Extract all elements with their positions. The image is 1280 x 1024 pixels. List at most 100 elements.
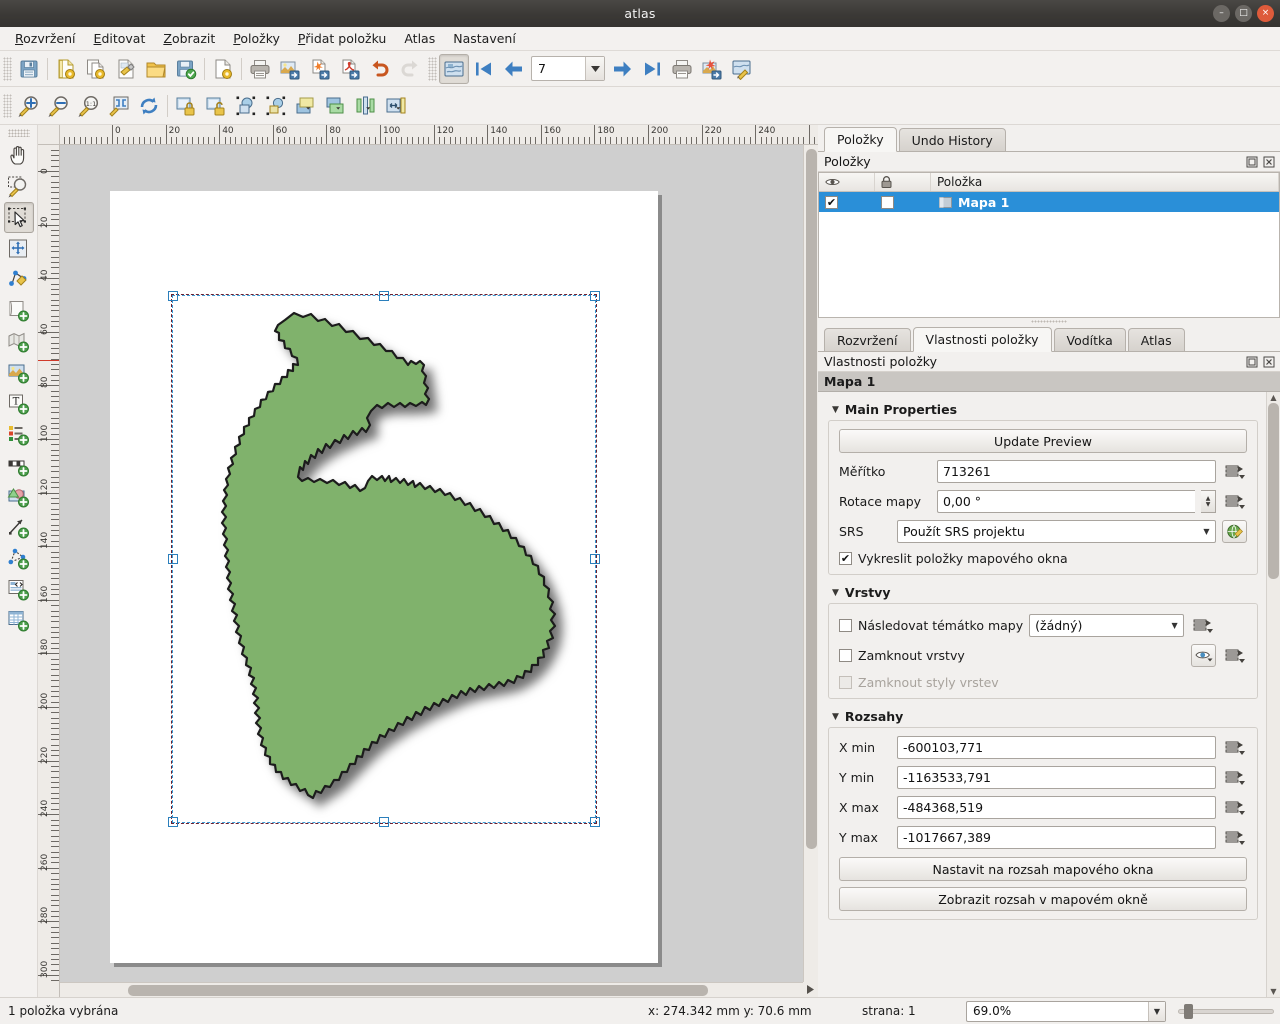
atlas-last-button[interactable]: [637, 54, 667, 84]
chevron-down-icon[interactable]: ▼: [1148, 1001, 1165, 1021]
redo-button[interactable]: [395, 54, 425, 84]
zoom-slider[interactable]: [1178, 1003, 1274, 1019]
menu-polozky[interactable]: Položky: [224, 28, 289, 49]
properties-scroll-thumb[interactable]: [1268, 403, 1279, 579]
follow-theme-combo[interactable]: (žádný) ▼: [1029, 614, 1185, 637]
scale-data-defined-button[interactable]: [1222, 460, 1247, 483]
add-picture-button[interactable]: [4, 357, 34, 388]
save-project-button[interactable]: [14, 54, 44, 84]
lock-checkbox[interactable]: [881, 195, 894, 209]
row-visibility-cell[interactable]: ✔: [819, 195, 875, 209]
draw-map-items-checkbox[interactable]: ✔: [839, 552, 852, 565]
atlas-preview-button[interactable]: [439, 53, 469, 84]
chevron-down-icon[interactable]: [585, 57, 604, 80]
zoom-to-width-button[interactable]: [104, 91, 134, 121]
view-toolbar-grip[interactable]: [3, 93, 12, 118]
lock-layers-checkbox[interactable]: [839, 649, 852, 662]
group-items-button[interactable]: [231, 91, 261, 121]
visibility-checkbox[interactable]: ✔: [825, 195, 838, 209]
menu-editovat[interactable]: Editovat: [85, 28, 155, 49]
lock-layers-visibility-button[interactable]: [1191, 644, 1216, 667]
menu-zobrazit[interactable]: Zobrazit: [154, 28, 224, 49]
collapse-caret-icon[interactable]: ▼: [832, 405, 839, 415]
lock-items-button[interactable]: [171, 91, 201, 121]
set-to-map-canvas-extent-button[interactable]: Nastavit na rozsah mapového okna: [839, 857, 1247, 881]
properties-panel-close-button[interactable]: [1262, 355, 1276, 369]
collapse-caret-icon[interactable]: ▼: [832, 712, 839, 722]
tab-atlas[interactable]: Atlas: [1127, 328, 1185, 351]
menu-pridat-polozku[interactable]: Přidat položku: [289, 28, 395, 49]
follow-theme-checkbox[interactable]: [839, 619, 852, 632]
group-main-properties-title[interactable]: ▼ Main Properties: [832, 402, 1258, 417]
atlas-prev-button[interactable]: [499, 54, 529, 84]
lock-layers-data-defined-button[interactable]: [1222, 644, 1247, 667]
tab-vlastnosti-polozky[interactable]: Vlastnosti položky: [912, 327, 1052, 352]
add-arrow-button[interactable]: [4, 512, 34, 543]
canvas-hscroll-thumb[interactable]: [128, 985, 708, 996]
group-layers-title[interactable]: ▼ Vrstvy: [832, 585, 1258, 600]
xmin-data-defined-button[interactable]: [1222, 736, 1247, 759]
resize-handle-middle-left[interactable]: [168, 554, 178, 564]
ymax-input[interactable]: -1017667,389: [897, 826, 1216, 849]
follow-theme-data-defined-button[interactable]: [1190, 614, 1215, 637]
atlas-next-button[interactable]: [607, 54, 637, 84]
zoom-in-button[interactable]: [14, 91, 44, 121]
srs-select-button[interactable]: [1222, 520, 1247, 543]
canvas-viewport[interactable]: [60, 145, 803, 982]
save-template-button[interactable]: [171, 54, 201, 84]
ymax-data-defined-button[interactable]: [1222, 826, 1247, 849]
rotation-data-defined-button[interactable]: [1222, 490, 1247, 513]
export-svg-button[interactable]: [305, 54, 335, 84]
add-map-button[interactable]: [4, 326, 34, 357]
close-button[interactable]: ×: [1257, 5, 1274, 22]
properties-panel-float-button[interactable]: [1245, 355, 1259, 369]
zoom-slider-knob[interactable]: [1184, 1003, 1193, 1019]
add-shape-button[interactable]: [4, 481, 34, 512]
align-left-button[interactable]: [351, 91, 381, 121]
items-panel-close-button[interactable]: [1262, 155, 1276, 169]
xmax-input[interactable]: -484368,519: [897, 796, 1216, 819]
xmin-input[interactable]: -600103,771: [897, 736, 1216, 759]
atlas-export-image-button[interactable]: [697, 54, 727, 84]
dock-splitter[interactable]: [818, 318, 1280, 325]
raise-items-button[interactable]: [291, 91, 321, 121]
resize-handle-top-left[interactable]: [168, 291, 178, 301]
rotation-input[interactable]: 0,00 °: [937, 490, 1195, 513]
maximize-button[interactable]: □: [1235, 5, 1252, 22]
zoom-out-button[interactable]: [44, 91, 74, 121]
resize-handle-top-right[interactable]: [590, 291, 600, 301]
resize-handle-middle-right[interactable]: [590, 554, 600, 564]
scroll-down-icon[interactable]: ▼: [1270, 987, 1276, 996]
atlas-toolbar-grip[interactable]: [428, 56, 437, 81]
resize-handle-bottom-center[interactable]: [379, 817, 389, 827]
print-button[interactable]: [245, 54, 275, 84]
atlas-settings-button[interactable]: [727, 54, 757, 84]
tab-rozvrzeni[interactable]: Rozvržení: [824, 328, 911, 351]
zoom-actual-button[interactable]: 1:1: [74, 91, 104, 121]
collapse-caret-icon[interactable]: ▼: [832, 588, 839, 598]
scale-input[interactable]: 713261: [937, 460, 1216, 483]
ymin-input[interactable]: -1163533,791: [897, 766, 1216, 789]
xmax-data-defined-button[interactable]: [1222, 796, 1247, 819]
rotation-spinner[interactable]: ▲ ▼: [1201, 490, 1216, 513]
ungroup-items-button[interactable]: [261, 91, 291, 121]
export-pdf-button[interactable]: [335, 54, 365, 84]
zoom-level-combo[interactable]: 69.0% ▼: [966, 1000, 1166, 1022]
duplicate-layout-button[interactable]: [81, 54, 111, 84]
add-label-button[interactable]: T: [4, 388, 34, 419]
scroll-up-icon[interactable]: ▲: [1270, 393, 1276, 402]
undo-button[interactable]: [365, 54, 395, 84]
page-sheet[interactable]: [110, 191, 658, 963]
add-legend-button[interactable]: [4, 419, 34, 450]
properties-scroll-track[interactable]: [1268, 403, 1279, 986]
properties-vscrollbar[interactable]: ▲ ▼: [1266, 392, 1280, 997]
add-html-button[interactable]: [4, 574, 34, 605]
tab-polozky[interactable]: Položky: [824, 127, 897, 152]
chevron-down-icon[interactable]: ▼: [1166, 621, 1183, 630]
layout-manager-button[interactable]: [111, 54, 141, 84]
map-item-mapa-1[interactable]: [168, 291, 600, 827]
srs-combo[interactable]: Použít SRS projektu ▼: [897, 520, 1216, 543]
layout-properties-button[interactable]: [208, 54, 238, 84]
menu-atlas[interactable]: Atlas: [395, 28, 444, 49]
canvas-vscrollbar[interactable]: [803, 145, 818, 982]
